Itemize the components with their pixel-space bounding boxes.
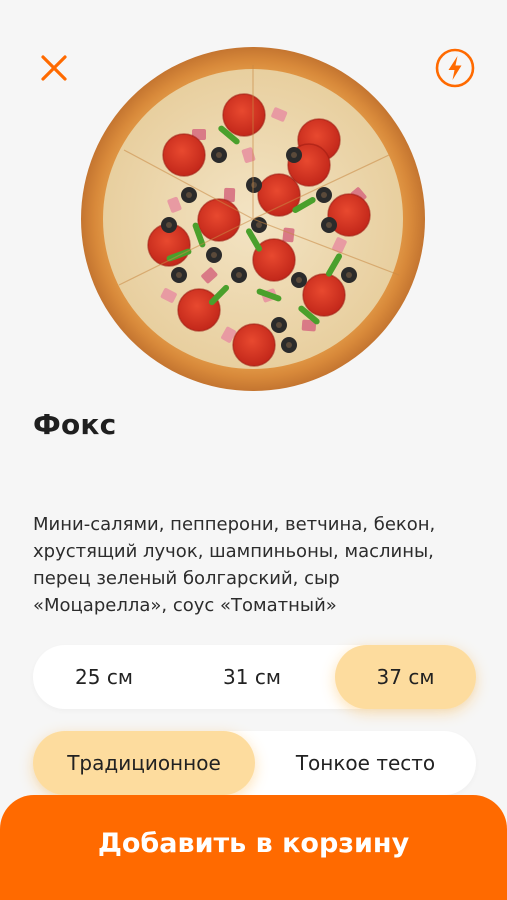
product-description: Мини-салями, пепперони, ветчина, бекон, …	[33, 514, 436, 616]
lightning-bolt-icon	[435, 48, 475, 88]
close-icon	[41, 55, 67, 81]
dough-option-traditional[interactable]: Традиционное	[33, 731, 255, 795]
dough-option-thin[interactable]: Тонкое тесто	[255, 731, 476, 795]
size-option-25[interactable]: 25 см	[33, 645, 175, 709]
add-to-cart-label: Добавить в корзину	[97, 828, 410, 859]
size-option-31[interactable]: 31 см	[181, 645, 323, 709]
size-option-37[interactable]: 37 см	[335, 645, 476, 709]
size-selector: 25 см 31 см 37 см	[33, 645, 476, 709]
add-to-cart-button[interactable]: Добавить в корзину	[0, 795, 507, 900]
dough-selector: Традиционное Тонкое тесто	[33, 731, 476, 795]
close-button[interactable]	[36, 50, 72, 86]
pizza-image	[79, 45, 427, 393]
product-title: Фокс	[33, 408, 117, 441]
quick-order-button[interactable]	[434, 47, 476, 89]
